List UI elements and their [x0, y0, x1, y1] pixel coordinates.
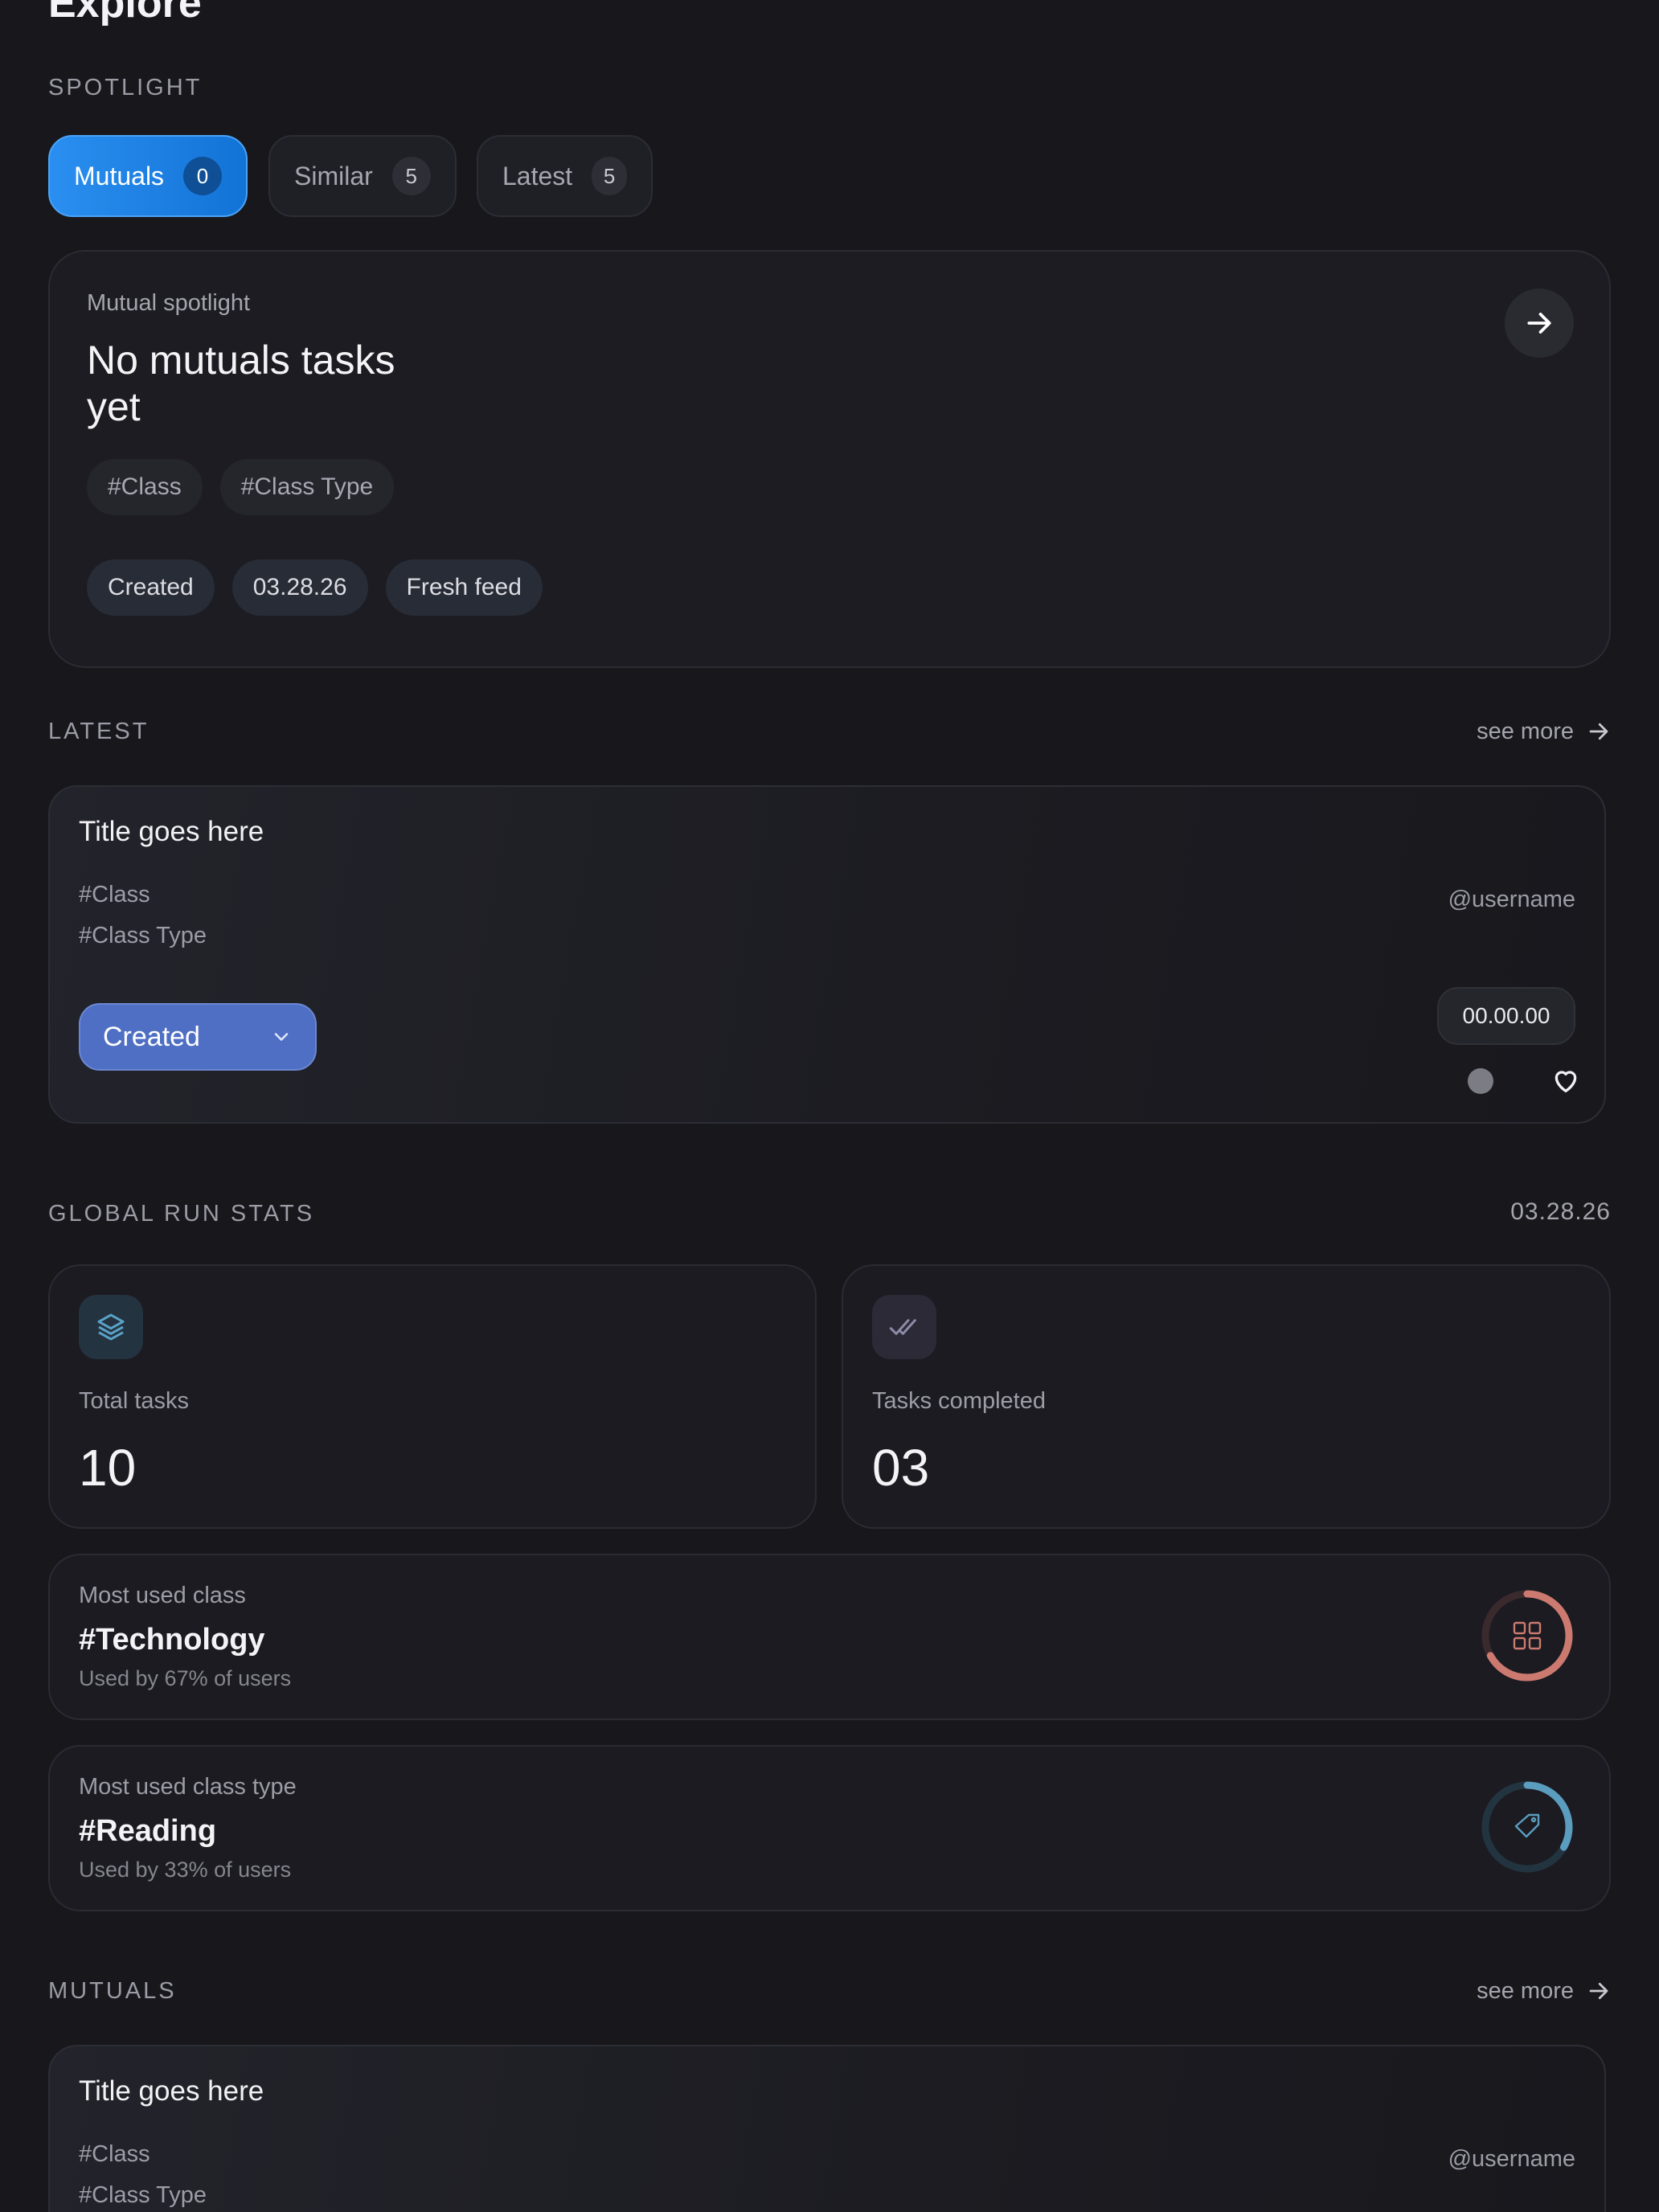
- task-username[interactable]: @username: [1448, 887, 1575, 913]
- usage-ring: [1481, 1590, 1573, 1682]
- tag-chip[interactable]: #Class: [87, 459, 203, 515]
- mutuals-see-more-link[interactable]: see more: [1477, 1977, 1611, 2005]
- page-title: Explore: [48, 0, 202, 27]
- tab-count-badge: 0: [183, 157, 222, 195]
- meta-chip: Created: [87, 559, 215, 616]
- most-used-class-card: Most used class #Technology Used by 67% …: [48, 1554, 1611, 1720]
- latest-task-card[interactable]: Title goes here #Class #Class Type @user…: [48, 785, 1606, 1124]
- stats-date: 03.28.26: [1510, 1198, 1611, 1225]
- arrow-right-icon: [1527, 313, 1551, 334]
- usage-ring: [1481, 1781, 1573, 1873]
- grid-icon: [1513, 1621, 1542, 1650]
- tab-count-badge: 5: [391, 157, 431, 195]
- mutuals-label: MUTUALS: [48, 1978, 177, 2004]
- see-more-label: see more: [1477, 1978, 1574, 2004]
- stat-label: Most used class type: [79, 1774, 297, 1800]
- spotlight-tags: #Class #Class Type: [87, 459, 395, 515]
- tab-count-badge: 5: [592, 157, 627, 195]
- stats-label: GLOBAL RUN STATS: [48, 1201, 315, 1227]
- stat-label: Most used class: [79, 1583, 246, 1608]
- tab-latest[interactable]: Latest 5: [477, 135, 653, 217]
- tab-label: Latest: [502, 161, 573, 190]
- spotlight-eyebrow: Mutual spotlight: [87, 290, 251, 316]
- total-tasks-card: Total tasks 10: [48, 1264, 817, 1529]
- mutual-spotlight-card[interactable]: Mutual spotlight No mutuals tasks yet #C…: [48, 250, 1611, 668]
- spotlight-title-line: yet: [87, 384, 141, 429]
- tab-mutuals[interactable]: Mutuals 0: [48, 135, 248, 217]
- meta-chip: Fresh feed: [385, 559, 543, 616]
- tag-chip[interactable]: #Class Type: [219, 459, 395, 515]
- tab-similar[interactable]: Similar 5: [268, 135, 457, 217]
- latest-label: LATEST: [48, 719, 150, 744]
- task-title: Title goes here: [79, 2075, 264, 2107]
- stat-value: #Reading: [79, 1814, 217, 1848]
- status-select-value: Created: [103, 1021, 200, 1052]
- task-class: #Class: [79, 882, 150, 907]
- task-class: #Class: [79, 2141, 150, 2167]
- spotlight-open-button[interactable]: [1505, 289, 1574, 358]
- spotlight-title-line: No mutuals tasks: [87, 338, 395, 383]
- spotlight-meta: Created 03.28.26 Fresh feed: [87, 559, 543, 616]
- status-dot-icon: [1468, 1068, 1493, 1094]
- most-used-class-type-card: Most used class type #Reading Used by 33…: [48, 1745, 1611, 1911]
- stat-subtext: Used by 33% of users: [79, 1858, 292, 1882]
- latest-see-more-link[interactable]: see more: [1477, 718, 1611, 745]
- chevron-down-icon: [274, 1033, 289, 1041]
- tab-label: Mutuals: [74, 161, 165, 190]
- stat-value: 10: [79, 1439, 137, 1497]
- task-title: Title goes here: [79, 816, 264, 847]
- stat-subtext: Used by 67% of users: [79, 1666, 292, 1690]
- double-check-icon: [872, 1295, 936, 1359]
- stat-value: #Technology: [79, 1623, 265, 1657]
- status-select[interactable]: Created: [79, 1003, 317, 1071]
- stat-value: 03: [872, 1439, 930, 1497]
- layers-icon: [79, 1295, 143, 1359]
- tag-icon: [1514, 1813, 1540, 1838]
- stat-label: Total tasks: [79, 1388, 189, 1414]
- task-username[interactable]: @username: [1448, 2146, 1575, 2173]
- tasks-completed-card: Tasks completed 03: [842, 1264, 1611, 1529]
- task-class-type: #Class Type: [79, 923, 207, 948]
- task-class-type: #Class Type: [79, 2182, 207, 2208]
- arrow-right-icon: [1589, 1982, 1608, 2000]
- arrow-right-icon: [1589, 723, 1608, 740]
- stat-label: Tasks completed: [872, 1388, 1046, 1414]
- mutual-task-card[interactable]: Title goes here #Class #Class Type @user…: [48, 2045, 1606, 2212]
- task-date-badge: 00.00.00: [1437, 987, 1575, 1045]
- heart-icon[interactable]: [1550, 1064, 1582, 1096]
- see-more-label: see more: [1477, 719, 1574, 744]
- spotlight-label: SPOTLIGHT: [48, 75, 203, 100]
- meta-chip: 03.28.26: [231, 559, 368, 616]
- tab-label: Similar: [294, 161, 373, 190]
- spotlight-title: No mutuals tasks yet: [87, 337, 395, 430]
